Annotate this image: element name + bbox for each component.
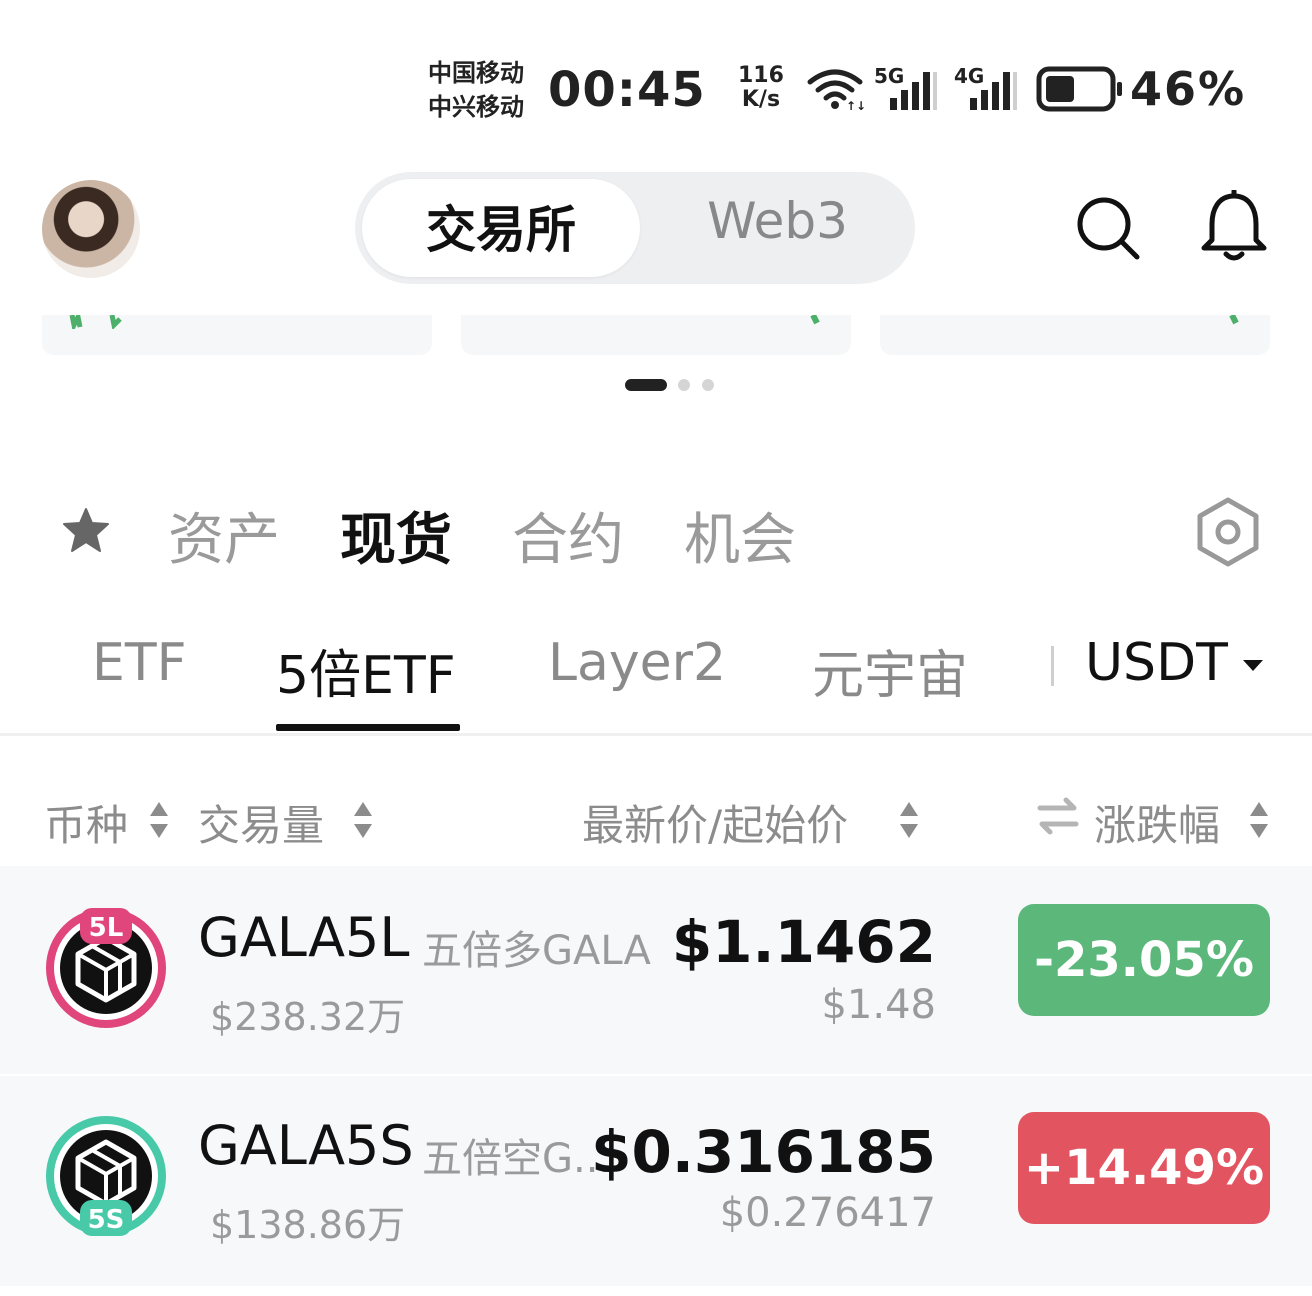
segment-exchange[interactable]: 交易所 bbox=[362, 190, 640, 262]
sparkline-3 bbox=[1229, 315, 1239, 325]
tab-assets[interactable]: 资产 bbox=[168, 495, 280, 576]
coin-description: 五倍多GALA bbox=[422, 928, 651, 974]
swap-arrows-icon[interactable] bbox=[1036, 796, 1080, 836]
start-price: $0.276417 bbox=[719, 1190, 936, 1236]
last-price: $1.1462 bbox=[671, 908, 936, 976]
bell-icon[interactable] bbox=[1198, 190, 1270, 264]
wifi-icon: ↑↓ bbox=[807, 69, 864, 110]
divider bbox=[0, 733, 1312, 736]
net-speed-value: 116 bbox=[738, 63, 784, 88]
sparkline-2 bbox=[810, 315, 820, 325]
sort-icon[interactable] bbox=[1248, 800, 1270, 840]
svg-text:↑↓: ↑↓ bbox=[846, 99, 864, 110]
caret-down-icon[interactable] bbox=[1243, 660, 1263, 671]
coin-symbol: GALA5S bbox=[198, 1114, 414, 1177]
col-price[interactable]: 最新价/起始价 bbox=[582, 792, 848, 853]
subtab-metaverse[interactable]: 元宇宙 bbox=[812, 633, 968, 708]
tab-opportunities[interactable]: 机会 bbox=[684, 495, 796, 576]
net-speed-unit: K/s bbox=[741, 87, 781, 112]
banner-card-2[interactable] bbox=[461, 315, 851, 355]
segment-web3[interactable]: Web3 bbox=[650, 192, 905, 250]
favorites-star-icon[interactable] bbox=[62, 507, 110, 553]
signal-5g-icon bbox=[890, 72, 937, 110]
gala-token-icon: 5L bbox=[46, 908, 166, 1028]
tab-spot[interactable]: 现货 bbox=[340, 495, 452, 576]
status-time: 00:45 bbox=[548, 62, 706, 118]
change-badge[interactable]: -23.05% bbox=[1018, 904, 1270, 1016]
banner-page-dot-active[interactable] bbox=[625, 379, 667, 391]
signal-4g-icon bbox=[970, 72, 1017, 110]
last-price: $0.316185 bbox=[591, 1118, 936, 1186]
quote-currency-select[interactable]: USDT bbox=[1085, 633, 1228, 693]
subtab-5x-etf[interactable]: 5倍ETF bbox=[276, 633, 456, 708]
search-icon[interactable] bbox=[1074, 194, 1142, 262]
tab-futures[interactable]: 合约 bbox=[512, 495, 624, 576]
sort-icon[interactable] bbox=[148, 800, 170, 840]
coin-description: 五倍空G... bbox=[422, 1136, 612, 1182]
subtab-layer2[interactable]: Layer2 bbox=[548, 633, 726, 693]
icon-badge-label: 5L bbox=[89, 913, 124, 943]
sparkline-1 bbox=[69, 315, 122, 329]
col-change[interactable]: 涨跌幅 bbox=[1094, 792, 1220, 853]
banner-page-dot-2[interactable] bbox=[678, 379, 690, 391]
icon-badge-label: 5S bbox=[88, 1205, 125, 1235]
banner-page-dot-3[interactable] bbox=[702, 379, 714, 391]
net-speed: 116 K/s bbox=[738, 64, 784, 112]
subtab-divider bbox=[1051, 646, 1054, 686]
carrier-1: 中国移动 bbox=[428, 59, 524, 87]
col-coin[interactable]: 币种 bbox=[44, 792, 128, 853]
subtab-etf[interactable]: ETF bbox=[92, 633, 187, 693]
settings-hexagon-icon[interactable] bbox=[1192, 496, 1264, 568]
banner-card-1[interactable] bbox=[42, 315, 432, 355]
carrier-2: 中兴移动 bbox=[428, 93, 524, 121]
volume: $138.86万 bbox=[210, 1203, 406, 1247]
avatar[interactable] bbox=[42, 180, 140, 278]
sort-icon[interactable] bbox=[898, 800, 920, 840]
col-volume[interactable]: 交易量 bbox=[198, 792, 324, 853]
coin-symbol: GALA5L bbox=[198, 906, 410, 969]
battery-icon bbox=[1036, 66, 1122, 112]
start-price: $1.48 bbox=[821, 982, 936, 1028]
sort-icon[interactable] bbox=[352, 800, 374, 840]
subtab-active-underline bbox=[276, 724, 460, 731]
gala-token-icon: 5S bbox=[46, 1116, 166, 1236]
volume: $238.32万 bbox=[210, 995, 406, 1039]
banner-card-3[interactable] bbox=[880, 315, 1270, 355]
battery-percent: 46% bbox=[1130, 62, 1247, 116]
carrier-labels: 中国移动 中兴移动 bbox=[428, 56, 524, 124]
change-badge[interactable]: +14.49% bbox=[1018, 1112, 1270, 1224]
